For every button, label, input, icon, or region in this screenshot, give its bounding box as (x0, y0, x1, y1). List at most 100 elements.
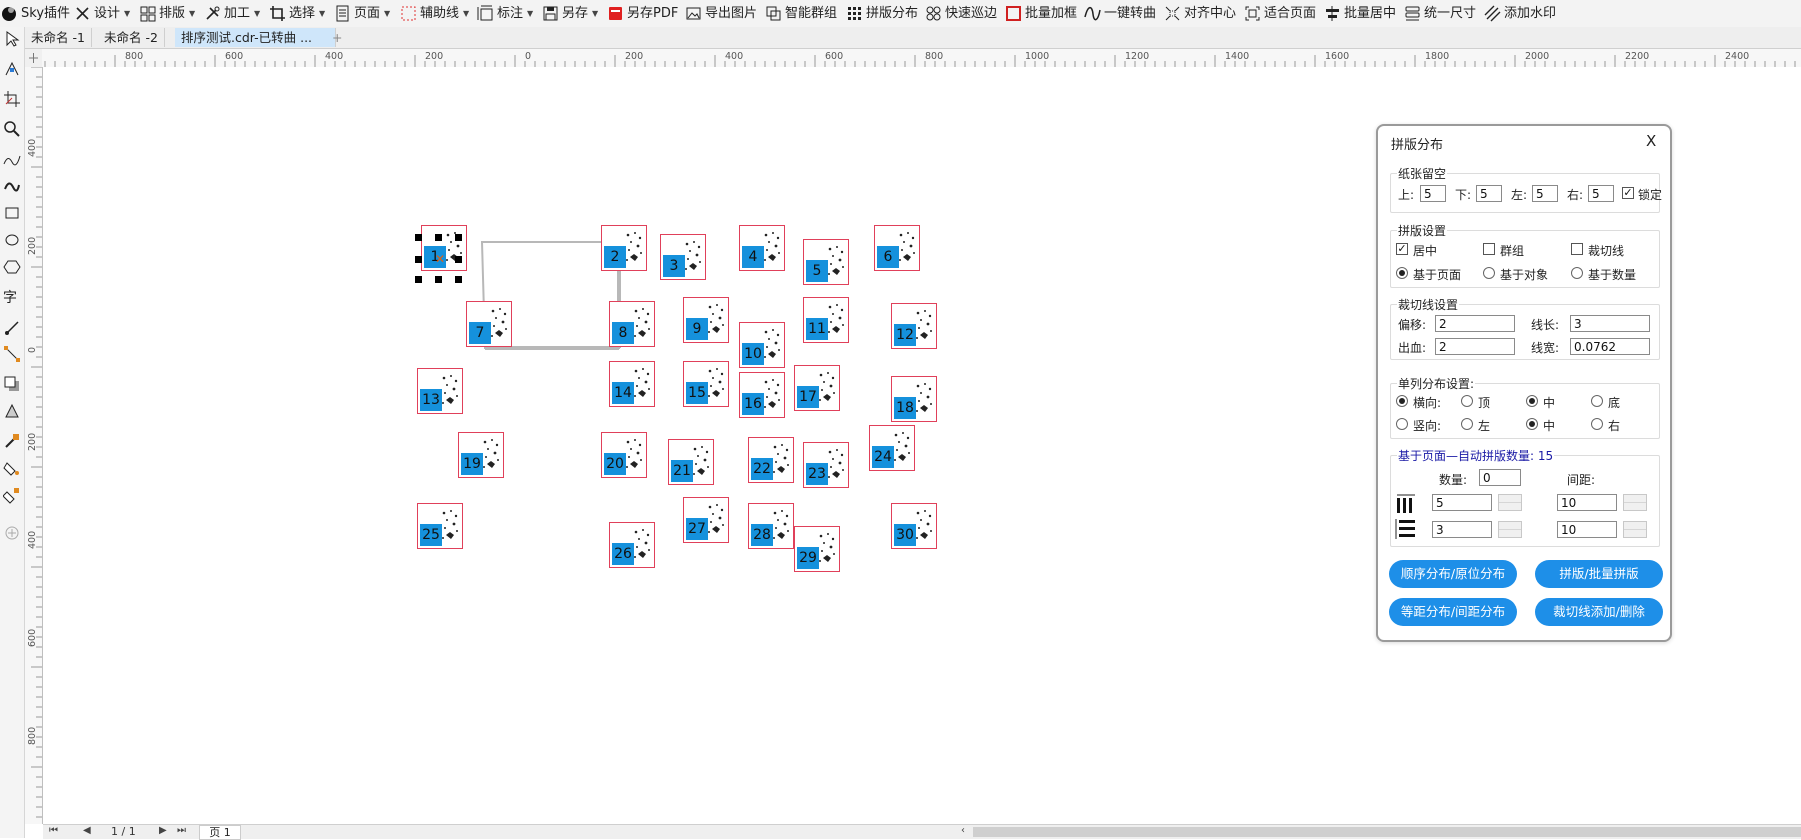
columns-input[interactable]: 5 (1432, 494, 1492, 511)
tile-13[interactable]: 13 (417, 368, 463, 414)
tile-23[interactable]: 23 (803, 442, 849, 488)
export-image-button[interactable]: 导出图片 (685, 3, 757, 24)
prev-page-icon[interactable]: ◀ (83, 825, 91, 836)
impose-button[interactable]: 拼版/批量拼版 (1535, 560, 1663, 588)
right-margin-input[interactable]: 5 (1588, 185, 1614, 202)
design-menu[interactable]: 设计 ▼ (74, 3, 130, 24)
zoom-tool-icon[interactable] (3, 120, 21, 138)
tile-5[interactable]: 5 (803, 239, 849, 285)
v-left-radio[interactable] (1461, 418, 1473, 430)
tab-sort-test[interactable]: 排序测试.cdr-已转曲 ... (175, 28, 336, 47)
trace-edge-button[interactable]: 快速巡边 (925, 3, 997, 24)
pick-tool-icon[interactable] (3, 30, 21, 48)
save-as-menu[interactable]: 另存 ▼ (542, 3, 598, 24)
h-bottom-radio[interactable] (1591, 395, 1603, 407)
horizontal-radio[interactable] (1396, 395, 1408, 407)
tile-10[interactable]: 10 (739, 322, 785, 368)
tile-16[interactable]: 16 (739, 372, 785, 418)
select-menu[interactable]: 选择 ▼ (269, 3, 325, 24)
selection-handle[interactable] (455, 276, 462, 283)
selection-handle[interactable] (455, 234, 462, 241)
next-page-icon[interactable]: ▶ (159, 825, 167, 836)
rectangle-tool-icon[interactable] (3, 204, 21, 222)
sequence-distribute-button[interactable]: 顺序分布/原位分布 (1389, 560, 1517, 588)
offset-input[interactable]: 2 (1435, 315, 1515, 332)
add-watermark-button[interactable]: 添加水印 (1484, 3, 1556, 24)
top-margin-input[interactable]: 5 (1420, 185, 1446, 202)
tile-24[interactable]: 24 (869, 425, 915, 471)
page-menu[interactable]: 页面 ▼ (334, 3, 390, 24)
tile-18[interactable]: 18 (891, 376, 937, 422)
transparency-tool-icon[interactable] (3, 402, 21, 420)
batch-center-button[interactable]: 批量居中 (1324, 3, 1396, 24)
dialog-close-button[interactable]: X (1646, 132, 1656, 150)
freehand-tool-icon[interactable] (3, 150, 21, 168)
tile-21[interactable]: 21 (668, 439, 714, 485)
tile-17[interactable]: 17 (794, 365, 840, 411)
first-page-icon[interactable]: ⏮ (49, 825, 58, 836)
h-middle-radio[interactable] (1526, 395, 1538, 407)
save-pdf-button[interactable]: 另存PDF (607, 3, 678, 24)
tile-9[interactable]: 9 (683, 297, 729, 343)
based-page-radio[interactable] (1396, 267, 1408, 279)
selection-handle[interactable] (435, 234, 442, 241)
smart-fill-icon[interactable] (2, 486, 21, 504)
v-right-radio[interactable] (1591, 418, 1603, 430)
tile-12[interactable]: 12 (891, 303, 937, 349)
tile-27[interactable]: 27 (683, 497, 729, 543)
based-count-radio[interactable] (1571, 267, 1583, 279)
cutline-add-remove-button[interactable]: 裁切线添加/删除 (1535, 598, 1663, 626)
uniform-size-button[interactable]: 统一尺寸 (1404, 3, 1476, 24)
connector-tool-icon[interactable] (3, 345, 21, 363)
tile-7[interactable]: 7 (466, 301, 512, 347)
eyedropper-tool-icon[interactable] (3, 432, 21, 450)
tile-15[interactable]: 15 (683, 361, 729, 407)
rows-spacing-stepper[interactable] (1623, 521, 1647, 538)
sky-plugin-menu[interactable]: Sky插件 (1, 3, 70, 24)
tab-untitled-2[interactable]: 未命名 -2 (98, 28, 165, 47)
length-input[interactable]: 3 (1570, 315, 1650, 332)
new-tab-button[interactable]: + (326, 28, 348, 47)
artistic-media-icon[interactable] (3, 177, 21, 195)
h-top-radio[interactable] (1461, 395, 1473, 407)
v-middle-radio[interactable] (1526, 418, 1538, 430)
fit-page-button[interactable]: 适合页面 (1244, 3, 1316, 24)
tile-29[interactable]: 29 (794, 526, 840, 572)
ellipse-tool-icon[interactable] (3, 231, 21, 249)
smart-group-button[interactable]: 智能群组 (765, 3, 837, 24)
lock-checkbox[interactable]: ✓ (1622, 187, 1634, 199)
selection-handle[interactable] (415, 256, 422, 263)
process-menu[interactable]: 加工 ▼ (204, 3, 260, 24)
shadow-tool-icon[interactable] (3, 375, 21, 393)
rows-spacing-input[interactable]: 10 (1557, 521, 1617, 538)
bleed-input[interactable]: 2 (1435, 338, 1515, 355)
polygon-tool-icon[interactable] (3, 258, 21, 276)
equal-distribute-button[interactable]: 等距分布/间距分布 (1389, 598, 1517, 626)
ruler-origin[interactable] (25, 49, 42, 67)
imposition-button[interactable]: 拼版分布 (846, 3, 918, 24)
last-page-icon[interactable]: ⏭ (177, 825, 186, 836)
rows-input[interactable]: 3 (1432, 521, 1492, 538)
tile-19[interactable]: 19 (458, 432, 504, 478)
tile-2[interactable]: 2 (601, 225, 647, 271)
columns-stepper[interactable] (1498, 494, 1522, 511)
vertical-radio[interactable] (1396, 418, 1408, 430)
selection-handle[interactable] (455, 256, 462, 263)
tile-8[interactable]: 8 (609, 301, 655, 347)
layout-menu[interactable]: 排版 ▼ (139, 3, 195, 24)
shape-tool-icon[interactable] (3, 60, 21, 78)
tile-22[interactable]: 22 (748, 437, 794, 483)
left-margin-input[interactable]: 5 (1532, 185, 1558, 202)
cutline-checkbox[interactable] (1571, 243, 1583, 255)
selection-handle[interactable] (415, 276, 422, 283)
interactive-fill-icon[interactable] (3, 459, 21, 477)
rows-stepper[interactable] (1498, 521, 1522, 538)
tile-6[interactable]: 6 (874, 225, 920, 271)
selection-handle[interactable] (415, 234, 422, 241)
columns-spacing-input[interactable]: 10 (1557, 494, 1617, 511)
tile-14[interactable]: 14 (609, 361, 655, 407)
text-tool-icon[interactable]: 字 (3, 289, 21, 307)
width-input[interactable]: 0.0762 (1570, 338, 1650, 355)
guideline-menu[interactable]: 辅助线 ▼ (400, 3, 469, 24)
tab-untitled-1[interactable]: 未命名 -1 (25, 28, 92, 47)
